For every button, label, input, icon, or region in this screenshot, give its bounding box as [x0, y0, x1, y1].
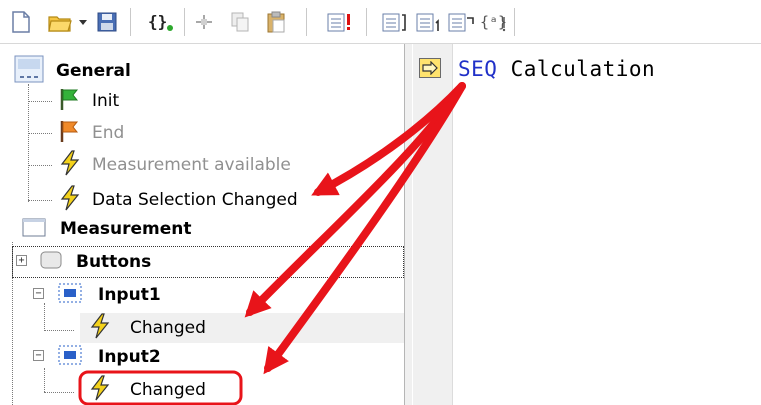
tree-node-label: Measurement	[60, 219, 192, 239]
tree-node-data-selection-changed[interactable]: Data Selection Changed	[58, 185, 298, 215]
orange-flag-icon	[58, 119, 80, 147]
splitter[interactable]	[404, 44, 412, 405]
collapse-toggle[interactable]: −	[33, 350, 44, 361]
tree-node-input2[interactable]: Input2	[58, 342, 161, 372]
code-editor[interactable]	[413, 44, 761, 405]
tree-node-label: Input1	[98, 285, 161, 305]
tree-node-label: Changed	[130, 318, 206, 338]
list-alert-icon[interactable]	[324, 8, 356, 36]
green-flag-icon	[58, 87, 80, 115]
svg-text:{}: {}	[148, 12, 167, 31]
new-document-icon[interactable]	[8, 8, 34, 36]
open-folder-icon[interactable]	[46, 8, 74, 36]
list-index-icon[interactable]	[414, 8, 444, 36]
lightning-event-icon	[58, 150, 82, 180]
tree-node-label: General	[56, 61, 131, 81]
input-control-icon	[58, 344, 82, 370]
paste-icon[interactable]	[262, 8, 290, 36]
window-frame-icon	[22, 217, 46, 241]
tree-node-measurement[interactable]: Measurement	[22, 214, 192, 244]
braces-icon[interactable]: {}	[146, 8, 176, 36]
tree-node-measurement-available[interactable]: Measurement available	[58, 150, 291, 180]
current-line-arrow-icon	[419, 58, 441, 78]
tree-node-buttons[interactable]: Buttons	[40, 247, 151, 277]
code-keyword: SEQ	[458, 57, 498, 81]
tree-node-label: Measurement available	[92, 155, 291, 175]
save-disk-icon[interactable]	[93, 8, 121, 36]
brace-variable-icon[interactable]: {ᵃ}	[478, 8, 510, 36]
lightning-event-icon	[88, 313, 112, 343]
editor-gutter	[413, 44, 453, 405]
tree-node-label: Init	[92, 91, 120, 111]
list-bracket-icon[interactable]	[380, 8, 410, 36]
tree-node-label: Buttons	[76, 252, 152, 272]
tree-node-input2-changed[interactable]: Changed	[88, 375, 206, 405]
collapse-toggle[interactable]: −	[33, 288, 44, 299]
button-control-icon	[40, 250, 62, 274]
dropdown-arrow-icon[interactable]	[76, 8, 90, 36]
connect-icon[interactable]	[190, 8, 218, 36]
code-text: Calculation	[497, 57, 656, 81]
tree-node-label: Input2	[98, 347, 161, 367]
list-arrow-icon[interactable]	[446, 8, 476, 36]
svg-text:{ᵃ}: {ᵃ}	[480, 13, 507, 31]
code-line[interactable]: SEQ Calculation	[458, 57, 655, 81]
input-control-icon	[58, 282, 82, 308]
tree-node-label: Data Selection Changed	[92, 190, 298, 210]
copy-icon[interactable]	[226, 8, 254, 36]
lightning-event-icon	[88, 375, 112, 405]
tree-node-label: Changed	[130, 380, 206, 400]
tree-node-end[interactable]: End	[58, 118, 124, 148]
tree-node-init[interactable]: Init	[58, 86, 119, 116]
tree-node-label: End	[92, 123, 125, 143]
tree-node-general[interactable]: General	[14, 55, 131, 87]
toolbar: {} {ᵃ}	[0, 0, 761, 44]
expand-toggle[interactable]: +	[16, 255, 27, 266]
general-panel-icon	[14, 55, 44, 87]
tree-node-input1[interactable]: Input1	[58, 280, 161, 310]
lightning-event-icon	[58, 185, 82, 215]
tree-node-input1-changed[interactable]: Changed	[88, 313, 206, 343]
